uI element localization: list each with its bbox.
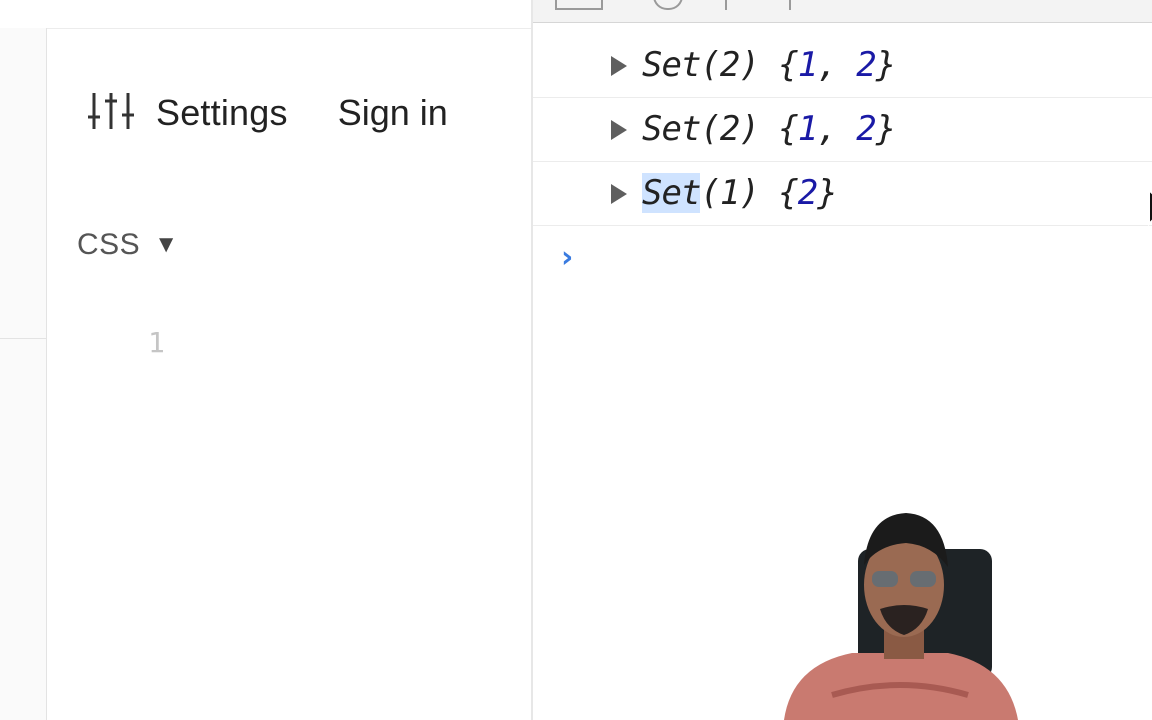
settings-label: Settings	[156, 92, 288, 133]
toolbar-separator	[725, 0, 727, 10]
chevron-right-icon[interactable]: ›	[561, 240, 573, 275]
clear-console-icon[interactable]	[653, 0, 683, 10]
triangle-right-icon[interactable]	[611, 56, 627, 76]
console-entry-text: Set(1) {2}	[642, 173, 838, 213]
line-number: 1	[148, 326, 165, 359]
caret-down-icon: ▼	[154, 231, 178, 258]
console-entry[interactable]: Set(2) {1, 2}	[533, 33, 1152, 98]
console-entry[interactable]: Set(1) {2}	[533, 161, 1152, 226]
sign-in-button[interactable]: Sign in	[338, 92, 448, 134]
mouse-pointer-icon	[1148, 188, 1152, 227]
language-label: CSS	[77, 228, 141, 261]
triangle-right-icon[interactable]	[611, 184, 627, 204]
console-toolbar	[533, 0, 1152, 23]
settings-button[interactable]: Settings	[88, 91, 288, 136]
webcam-overlay	[772, 505, 1028, 720]
selected-text: Set	[642, 173, 701, 213]
sidebar-toggle-icon[interactable]	[555, 0, 603, 10]
editor-side-gutter	[0, 28, 47, 720]
editor-pane: Settings Sign in CSS ▼ 1	[0, 0, 531, 720]
gutter-divider	[0, 338, 46, 339]
sliders-icon	[88, 91, 134, 136]
triangle-right-icon[interactable]	[611, 120, 627, 140]
editor-top-bar	[0, 0, 531, 29]
console-entry[interactable]: Set(2) {1, 2}	[533, 97, 1152, 162]
console-entry-text: Set(2) {1, 2}	[642, 45, 896, 85]
language-selector[interactable]: CSS ▼	[77, 228, 178, 262]
header-actions: Settings Sign in	[88, 88, 448, 138]
filter-icon[interactable]	[789, 0, 791, 10]
console-entry-text: Set(2) {1, 2}	[642, 109, 896, 149]
